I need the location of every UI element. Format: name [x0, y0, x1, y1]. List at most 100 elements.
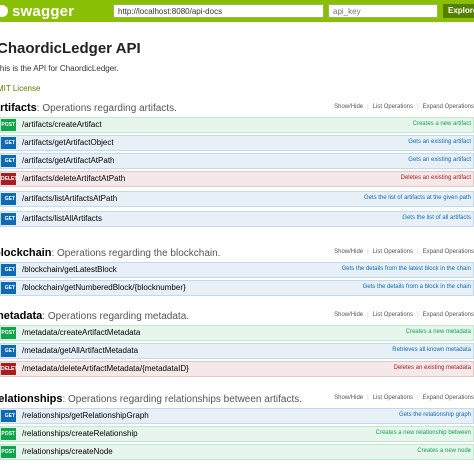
resource-title[interactable]: relationships	[0, 393, 62, 405]
operation-summary: Creates a new metadata	[405, 329, 471, 335]
operation-summary: Creates a new artifact	[412, 121, 471, 127]
http-method-badge[interactable]: GET	[1, 345, 16, 357]
operation-path[interactable]: /artifacts/getArtifactAtPath	[22, 156, 114, 165]
link-separator: |	[367, 312, 369, 318]
operation-summary: Creates a new relationship between	[375, 430, 471, 436]
resource-description: : Operations regarding relationships bet…	[62, 394, 303, 405]
operation-path[interactable]: /artifacts/listAllArtifacts	[22, 214, 102, 223]
http-method-badge[interactable]: POST	[1, 446, 16, 458]
show-hide-link[interactable]: Show/Hide	[334, 104, 363, 110]
explore-button[interactable]: Explore	[443, 4, 474, 18]
operation-path[interactable]: /metadata/getAllArtifactMetadata	[22, 346, 138, 355]
operation-summary: Gets the list of artifacts at the given …	[363, 195, 471, 201]
operation-path[interactable]: /relationships/getRelationshipGraph	[22, 411, 149, 420]
http-method-badge[interactable]: DELETE	[1, 363, 21, 375]
resource-description: : Operations regarding metadata.	[42, 311, 190, 322]
show-hide-link[interactable]: Show/Hide	[334, 312, 363, 318]
list-operations-link[interactable]: List Operations	[373, 249, 413, 255]
expand-operations-link[interactable]: Expand Operations	[423, 312, 474, 318]
operation-get-row[interactable]: GET/blockchain/getNumberedBlock/{blocknu…	[0, 280, 474, 296]
http-method-badge[interactable]: DELETE	[1, 173, 21, 185]
operation-post-row[interactable]: POST/relationships/createNode Creates a n…	[0, 444, 474, 460]
link-separator: |	[417, 312, 419, 318]
resource-section-artifacts: artifacts: Operations regarding artifact…	[0, 101, 474, 118]
operation-path[interactable]: /artifacts/getArtifactObject	[22, 138, 114, 147]
expand-operations-link[interactable]: Expand Operations	[423, 395, 474, 401]
resource-header: artifacts: Operations regarding artifact…	[0, 101, 474, 118]
link-separator: |	[417, 395, 419, 401]
http-method-badge[interactable]: POST	[1, 119, 16, 131]
expand-operations-link[interactable]: Expand Operations	[423, 249, 474, 255]
operation-post-row[interactable]: POST/relationships/createRelationship Cre…	[0, 426, 474, 442]
operation-post-row[interactable]: POST/metadata/createArtifactMetadata Crea…	[0, 325, 474, 341]
link-separator: |	[367, 249, 369, 255]
resource-title[interactable]: blockchain	[0, 247, 51, 259]
resource-section-metadata: metadata: Operations regarding metadata.…	[0, 309, 474, 326]
expand-operations-link[interactable]: Expand Operations	[423, 104, 474, 110]
resource-links: Show/Hide | List Operations | Expand Operati…	[334, 104, 474, 110]
http-method-badge[interactable]: GET	[1, 193, 16, 205]
resource-name[interactable]: blockchain: Operations regarding the blo…	[0, 247, 220, 259]
operation-path[interactable]: /metadata/deleteArtifactMetadata/{metada…	[22, 364, 189, 373]
link-separator: |	[417, 104, 419, 110]
http-method-badge[interactable]: GET	[1, 264, 16, 276]
http-method-badge[interactable]: GET	[1, 410, 16, 422]
swagger-logo[interactable]: swagger	[0, 1, 74, 21]
api-url-input[interactable]	[113, 4, 324, 18]
resource-links: Show/Hide | List Operations | Expand Operati…	[334, 312, 474, 318]
http-method-badge[interactable]: POST	[1, 428, 16, 440]
license-link[interactable]: MIT License	[0, 84, 40, 93]
list-operations-link[interactable]: List Operations	[373, 312, 413, 318]
resource-name[interactable]: relationships: Operations regarding rela…	[0, 393, 302, 405]
operation-path[interactable]: /blockchain/getLatestBlock	[22, 265, 117, 274]
show-hide-link[interactable]: Show/Hide	[334, 249, 363, 255]
operation-summary: Deletes an existing artifact	[400, 175, 471, 181]
operation-get-row[interactable]: GET/artifacts/getArtifactObject Gets an e…	[0, 135, 474, 151]
http-method-badge[interactable]: POST	[1, 327, 16, 339]
operation-path[interactable]: /blockchain/getNumberedBlock/{blocknumbe…	[22, 283, 186, 292]
show-hide-link[interactable]: Show/Hide	[334, 395, 363, 401]
operation-delete-row[interactable]: DELETE/metadata/deleteArtifactMetadata/{…	[0, 361, 474, 377]
operation-path[interactable]: /relationships/createRelationship	[22, 429, 138, 438]
resource-name[interactable]: metadata: Operations regarding metadata.	[0, 310, 189, 322]
operation-post-row[interactable]: POST/artifacts/createArtifact Creates a n…	[0, 117, 474, 133]
list-operations-link[interactable]: List Operations	[373, 395, 413, 401]
operation-get-row[interactable]: GET/artifacts/getArtifactAtPath Gets an e…	[0, 153, 474, 169]
list-operations-link[interactable]: List Operations	[373, 104, 413, 110]
operation-path[interactable]: /artifacts/listArtifactsAtPath	[22, 194, 117, 203]
http-method-badge[interactable]: GET	[1, 137, 16, 149]
operation-summary: Gets the details from a block in the cha…	[362, 284, 471, 290]
operation-get-row[interactable]: GET/blockchain/getLatestBlock Gets the de…	[0, 262, 474, 278]
operation-get-row[interactable]: GET/relationships/getRelationshipGraph Ge…	[0, 408, 474, 424]
link-separator: |	[367, 395, 369, 401]
resource-title[interactable]: artifacts	[0, 102, 37, 114]
resource-name[interactable]: artifacts: Operations regarding artifact…	[0, 102, 177, 114]
resource-description: : Operations regarding the blockchain.	[51, 248, 221, 259]
operation-summary: Deletes an existing metadata	[393, 365, 471, 371]
resource-description: : Operations regarding artifacts.	[36, 103, 177, 114]
resource-title[interactable]: metadata	[0, 310, 42, 322]
operation-path[interactable]: /artifacts/createArtifact	[22, 120, 102, 129]
api-description: This is the API for ChaordicLedger.	[0, 64, 119, 73]
operation-get-row[interactable]: GET/metadata/getAllArtifactMetadata Retri…	[0, 343, 474, 359]
swagger-logo-icon	[0, 5, 8, 17]
resource-header: metadata: Operations regarding metadata.…	[0, 309, 474, 326]
resource-section-blockchain: blockchain: Operations regarding the blo…	[0, 246, 474, 263]
api-key-input[interactable]	[328, 4, 438, 18]
operation-get-row[interactable]: GET/artifacts/listAllArtifacts Gets the l…	[0, 211, 474, 227]
top-bar: swagger Explore	[0, 0, 474, 22]
operation-get-row[interactable]: GET/artifacts/listArtifactsAtPath Gets th…	[0, 191, 474, 207]
operation-delete-row[interactable]: DELETE/artifacts/deleteArtifactAtPath Del…	[0, 171, 474, 187]
http-method-badge[interactable]: GET	[1, 213, 16, 225]
operation-summary: Gets an existing artifact	[408, 139, 471, 145]
logo-text: swagger	[12, 2, 75, 20]
operation-summary: Gets an existing artifact	[408, 157, 471, 163]
operation-path[interactable]: /relationships/createNode	[22, 447, 113, 456]
resource-links: Show/Hide | List Operations | Expand Operati…	[334, 249, 474, 255]
operation-path[interactable]: /artifacts/deleteArtifactAtPath	[22, 174, 125, 183]
operation-summary: Retrieves all known metadata	[392, 347, 471, 353]
http-method-badge[interactable]: GET	[1, 282, 16, 294]
http-method-badge[interactable]: GET	[1, 155, 16, 167]
operation-summary: Gets the relationship graph	[398, 412, 471, 418]
operation-path[interactable]: /metadata/createArtifactMetadata	[22, 328, 140, 337]
